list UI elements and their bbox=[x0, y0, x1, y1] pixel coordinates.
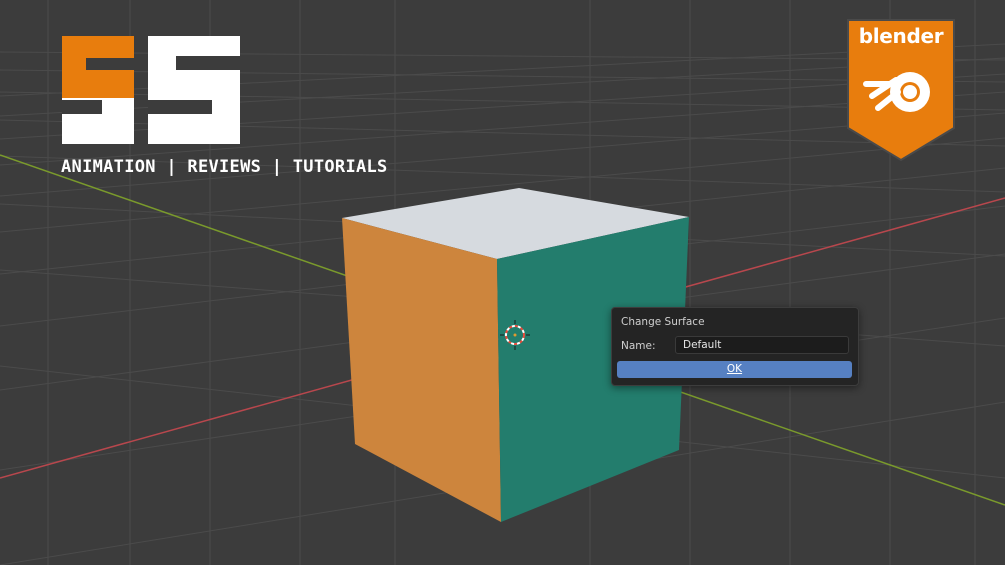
3d-viewport[interactable]: ANIMATION | REVIEWS | TUTORIALS blender … bbox=[0, 0, 1005, 565]
blender-wordmark: blender bbox=[858, 24, 944, 48]
ok-button[interactable]: OK bbox=[617, 361, 852, 378]
dialog-title: Change Surface bbox=[621, 316, 705, 328]
change-surface-dialog[interactable]: Change Surface Name: OK bbox=[611, 307, 859, 386]
fs-logo bbox=[62, 36, 240, 144]
cube-left-face bbox=[342, 218, 501, 522]
viewport-scene bbox=[0, 0, 1005, 565]
surface-name-input[interactable] bbox=[675, 336, 849, 354]
name-label: Name: bbox=[621, 340, 656, 352]
channel-tagline: ANIMATION | REVIEWS | TUTORIALS bbox=[61, 157, 388, 177]
